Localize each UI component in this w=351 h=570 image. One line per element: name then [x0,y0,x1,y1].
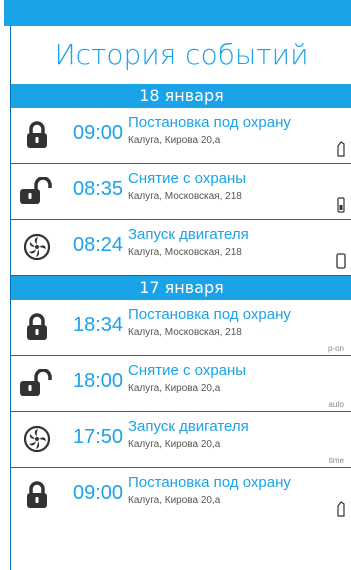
event-name: Постановка под охрану [128,474,291,491]
event-name: Снятие с охраны [128,362,247,379]
event-source: p-on [327,344,344,353]
smartphone-icon [336,253,346,269]
event-row[interactable]: 09:00 Постановка под охрану Калуга, Киро… [11,468,351,523]
event-row[interactable]: 18:00 Снятие с охраны Калуга, Кирова 20,… [11,356,351,412]
lock-open-icon [20,177,52,204]
event-address: Калуга, Московская, 218 [128,191,242,202]
event-source: time [328,456,344,465]
event-time: 17:50 [73,426,124,448]
engine-start-icon [23,425,51,453]
lock-open-icon [20,369,52,396]
event-address: Калуга, Кирова 20,а [128,439,221,450]
date-header: 17 января [11,276,351,300]
lock-closed-icon [27,313,47,340]
event-row[interactable]: 17:50 Запуск двигателя Калуга, Кирова 20… [11,412,351,468]
event-name: Запуск двигателя [128,418,249,435]
event-time: 09:00 [73,482,124,504]
event-time: 18:00 [73,370,124,392]
event-source: auto [328,400,344,409]
page-title: История событий [54,38,309,71]
event-name: Постановка под охрану [128,114,291,131]
event-time: 09:00 [73,122,124,144]
event-name: Постановка под охрану [128,306,291,323]
event-address: Калуга, Кирова 20,а [128,495,221,506]
remote-control-icon [337,197,345,213]
event-history-screen: История событий 18 января 09:00 Постанов… [10,26,351,570]
event-address: Калуга, Кирова 20,а [128,135,221,146]
lock-closed-icon [27,121,47,148]
event-time: 18:34 [73,314,124,336]
left-edge [0,0,4,570]
event-row[interactable]: 08:24 Запуск двигателя Калуга, Московска… [11,220,351,276]
event-row[interactable]: 08:35 Снятие с охраны Калуга, Московская… [11,164,351,220]
event-time: 08:24 [73,234,124,256]
engine-start-icon [23,233,51,261]
event-row[interactable]: 18:34 Постановка под охрану Калуга, Моск… [11,300,351,356]
lock-closed-icon [27,481,47,508]
top-bar [0,0,351,26]
key-fob-icon [337,141,345,157]
event-name: Снятие с охраны [128,170,247,187]
event-address: Калуга, Московская, 218 [128,247,242,258]
event-address: Калуга, Московская, 218 [128,327,242,338]
date-header: 18 января [11,84,351,108]
event-address: Калуга, Кирова 20,а [128,383,221,394]
event-time: 08:35 [73,178,124,200]
key-fob-icon [337,501,345,517]
event-row[interactable]: 09:00 Постановка под охрану Калуга, Киро… [11,108,351,164]
event-name: Запуск двигателя [128,226,249,243]
